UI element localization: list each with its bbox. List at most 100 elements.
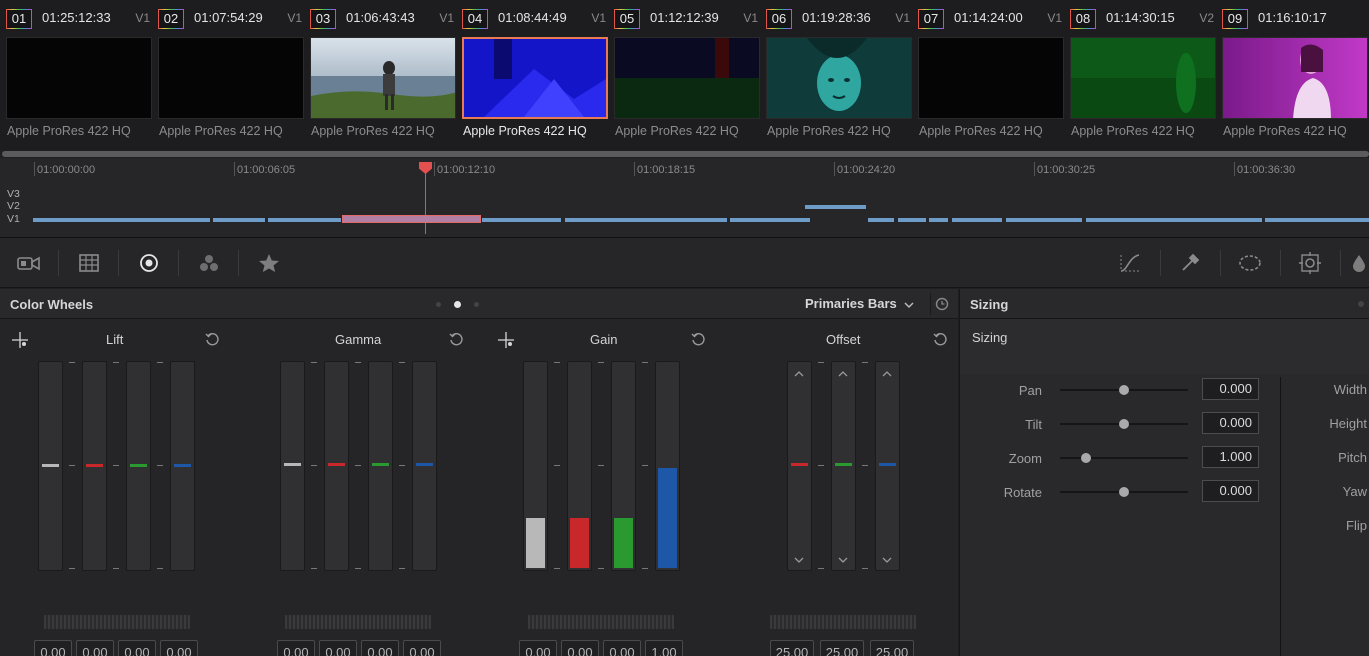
arrow-up-icon[interactable] xyxy=(794,364,804,382)
timeline-clip[interactable] xyxy=(730,218,810,222)
sizing-value-field[interactable]: 0.000 xyxy=(1202,412,1259,434)
timeline-clip[interactable] xyxy=(868,218,894,222)
bar-level xyxy=(791,463,808,466)
clip-strip-scrollbar[interactable] xyxy=(2,151,1369,157)
clip-codec: Apple ProRes 422 HQ xyxy=(919,124,1043,138)
color-page: 01 01:25:12:33 V1 Apple ProRes 422 HQ 02 01:0… xyxy=(0,0,1369,656)
mini-timeline[interactable]: V3 V2 V1 01:00:00:00 01:00:06:05 01:00:12:… xyxy=(0,158,1369,238)
power-window-icon[interactable] xyxy=(1238,251,1262,275)
page-dot[interactable] xyxy=(474,302,479,307)
primary-bar-r[interactable] xyxy=(787,361,812,571)
camera-raw-icon[interactable] xyxy=(17,251,41,275)
clip-thumbnail[interactable]: 04 01:08:44:49 V1 Apple ProRes 422 HQ xyxy=(456,0,608,150)
timeline-clip[interactable] xyxy=(565,218,727,222)
curves-icon[interactable] xyxy=(1118,251,1142,275)
value-field-b[interactable]: 25.00 xyxy=(870,640,914,656)
clip-timecode: 01:16:10:17 xyxy=(1258,10,1327,25)
sizing-slider-knob[interactable] xyxy=(1119,385,1129,395)
panel-options-dot[interactable] xyxy=(1358,301,1364,307)
clip-codec: Apple ProRes 422 HQ xyxy=(1071,124,1195,138)
sizing-slider-knob[interactable] xyxy=(1119,419,1129,429)
clip-number: 01 xyxy=(6,9,32,29)
clip-thumbnail-image[interactable] xyxy=(614,37,760,119)
blur-drop-icon[interactable] xyxy=(1352,251,1369,275)
sizing-header: Sizing xyxy=(960,289,1369,319)
toolbar-divider xyxy=(118,250,119,276)
timeline-clip[interactable] xyxy=(805,205,866,209)
clip-thumbnail-image[interactable] xyxy=(6,37,152,119)
ruler-tick xyxy=(634,162,635,176)
clip-thumbnail-image[interactable] xyxy=(766,37,912,119)
timeline-clip[interactable] xyxy=(213,218,265,222)
master-jog-wheel[interactable] xyxy=(770,615,916,629)
mode-dropdown[interactable]: Primaries Bars xyxy=(805,296,914,312)
timeline-clip[interactable] xyxy=(898,218,926,222)
color-wheels-panel: Color Wheels Primaries Bars Lift0.00Y0.0… xyxy=(0,289,958,656)
qualifier-picker-icon[interactable] xyxy=(1178,251,1202,275)
sizing-value-field[interactable]: 0.000 xyxy=(1202,378,1259,400)
clip-thumbnail-image[interactable] xyxy=(158,37,304,119)
value-field-g[interactable]: 25.00 xyxy=(820,640,864,656)
primary-bar-g[interactable] xyxy=(831,361,856,571)
page-dot[interactable] xyxy=(436,302,441,307)
timeline-clip-selected[interactable] xyxy=(342,215,481,223)
clip-timecode: 01:08:44:49 xyxy=(498,10,567,25)
playhead-line[interactable] xyxy=(425,164,426,234)
sizing-mode-label[interactable]: Sizing xyxy=(972,330,1272,350)
ruler-timecode: 01:00:30:25 xyxy=(1037,164,1096,176)
timeline-clip[interactable] xyxy=(1086,218,1262,222)
sizing-param-label: Tilt xyxy=(1025,417,1042,432)
clip-thumbnail[interactable]: 06 01:19:28:36 V1 Apple ProRes 422 HQ xyxy=(760,0,912,150)
clip-thumbnail-image[interactable] xyxy=(310,37,456,119)
clip-codec: Apple ProRes 422 HQ xyxy=(311,124,435,138)
toolbar-divider xyxy=(1340,250,1341,276)
tracker-icon[interactable] xyxy=(1298,251,1322,275)
clip-thumbnail[interactable]: 09 01:16:10:17 Apple ProRes 422 HQ xyxy=(1216,0,1368,150)
ruler-tick xyxy=(434,162,435,176)
timeline-clip[interactable] xyxy=(1006,218,1082,222)
reset-all-button[interactable] xyxy=(930,293,952,315)
sizing-slider-knob[interactable] xyxy=(1119,487,1129,497)
panel-title: Color Wheels xyxy=(10,297,94,312)
ruler-tick xyxy=(34,162,35,176)
clip-thumbnail[interactable]: 05 01:12:12:39 V1 Apple ProRes 422 HQ xyxy=(608,0,760,150)
hdr-star-icon[interactable] xyxy=(257,251,281,275)
timeline-clip[interactable] xyxy=(952,218,1002,222)
clip-thumbnail[interactable]: 08 01:14:30:15 V2 Apple ProRes 422 HQ xyxy=(1064,0,1216,150)
page-dot-active[interactable] xyxy=(454,301,461,308)
sizing-slider-knob[interactable] xyxy=(1080,453,1091,463)
clip-thumbnail[interactable]: 07 01:14:24:00 V1 Apple ProRes 422 HQ xyxy=(912,0,1064,150)
toolbar-divider xyxy=(58,250,59,276)
clip-thumbnail-image[interactable] xyxy=(1070,37,1216,119)
clip-thumbnail[interactable]: 02 01:07:54:29 V1 Apple ProRes 422 HQ xyxy=(152,0,304,150)
track-label-v3: V3 xyxy=(7,188,20,200)
arrow-up-icon[interactable] xyxy=(882,364,892,382)
timeline-clip[interactable] xyxy=(1265,218,1369,222)
clip-thumbnail-image[interactable] xyxy=(462,37,608,119)
timeline-clip[interactable] xyxy=(33,218,210,222)
arrow-up-icon[interactable] xyxy=(838,364,848,382)
clip-header: 07 01:14:24:00 V1 xyxy=(918,9,1064,29)
timeline-clip[interactable] xyxy=(482,218,561,222)
value-field-r[interactable]: 25.00 xyxy=(770,640,814,656)
arrow-down-icon[interactable] xyxy=(882,550,892,568)
sizing-value-field[interactable]: 0.000 xyxy=(1202,480,1259,502)
timeline-clip[interactable] xyxy=(929,218,948,222)
color-warper-icon[interactable] xyxy=(197,251,221,275)
match-grid-icon[interactable] xyxy=(77,251,101,275)
color-wheels-icon[interactable] xyxy=(137,251,161,275)
clip-thumbnail[interactable]: 03 01:06:43:43 V1 Apple ProRes 422 HQ xyxy=(304,0,456,150)
arrow-down-icon[interactable] xyxy=(838,550,848,568)
playhead-handle[interactable] xyxy=(419,162,432,174)
clip-thumbnail-image[interactable] xyxy=(1222,37,1368,119)
scale-tick xyxy=(862,465,868,466)
sizing-slider-track[interactable] xyxy=(1060,457,1188,459)
clip-thumbnail-image[interactable] xyxy=(918,37,1064,119)
arrow-down-icon[interactable] xyxy=(794,550,804,568)
clip-thumbnail[interactable]: 01 01:25:12:33 V1 Apple ProRes 422 HQ xyxy=(0,0,152,150)
timeline-clip[interactable] xyxy=(268,218,341,222)
primary-bar-b[interactable] xyxy=(875,361,900,571)
sizing-value-field[interactable]: 1.000 xyxy=(1202,446,1259,468)
reset-icon[interactable] xyxy=(933,332,948,347)
sizing-param-label: Zoom xyxy=(1008,451,1042,466)
